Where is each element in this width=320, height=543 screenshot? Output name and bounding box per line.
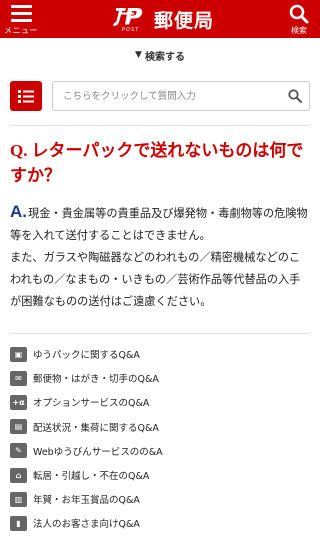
list-icon [18,89,34,103]
search-toggle[interactable]: ▼ 検索する [0,38,320,72]
menu-button[interactable]: メニュー [0,0,42,38]
japan-post-logo[interactable]: POST 郵便局 [112,5,214,33]
category-link-yupack[interactable]: ▣ ゆうパックに関するQ&A [10,342,310,366]
envelope-icon: ✉ [10,370,27,386]
magnifier-icon[interactable] [288,89,302,103]
logo-title: 郵便局 [154,9,215,32]
category-link-new-year[interactable]: ▥ 年賀・お年玉賞品のQ&A [10,487,310,511]
answer-line-1: 現金・貴金属等の貴重品及び爆発物・毒劇物等の危険物等を入れて送付することはできま… [10,207,308,242]
answer-paragraph-1: A.現金・貴金属等の貴重品及び爆発物・毒劇物等の危険物等を入れて送付することはで… [10,201,310,247]
package-icon: ▣ [10,346,27,362]
category-link-corporate[interactable]: ▮ 法人のお客さま向けQ&A [10,511,310,535]
corporate-icon: ▮ [10,515,27,531]
answer-mark: A. [10,202,27,221]
category-label: 法人のお客さま向けQ&A [33,519,140,531]
search-toggle-label: 検索する [144,51,185,63]
search-icon [289,4,309,24]
logo-post-text: POST [122,27,140,33]
category-label: Webゆうびんサービスのの&A [33,446,163,458]
category-label: オプションサービスのQ&A [33,398,150,410]
new-year-card-icon: ▥ [10,491,27,507]
category-label: 年賀・お年玉賞品のQ&A [33,495,140,507]
question-mark: Q. [10,141,28,160]
app-header: メニュー POST 郵便局 検索 [0,0,320,38]
search-label: 検索 [291,26,307,35]
triangle-down-icon: ▼ [135,50,142,60]
hamburger-icon [10,5,32,22]
question-search-field [52,81,310,111]
category-link-web[interactable]: ✎ Webゆうびんサービスのの&A [10,439,310,463]
related-category-list: ▣ ゆうパックに関するQ&A ✉ 郵便物・はがき・切手のQ&A +α オプション… [0,334,320,536]
question-text: レターパックで送れないものは何ですか？ [10,141,304,186]
question-block: Q. レターパックで送れないものは何ですか？ [0,126,320,189]
house-icon: ⌂ [10,467,27,483]
category-label: ゆうパックに関するQ&A [33,350,140,362]
delivery-status-icon: ▤ [10,419,27,435]
category-list-button[interactable] [10,81,42,111]
question-search-input[interactable] [53,82,309,110]
category-link-options[interactable]: +α オプションサービスのQ&A [10,390,310,414]
category-label: 転居・引越し・不在のQ&A [33,471,150,483]
category-link-moving[interactable]: ⌂ 転居・引越し・不在のQ&A [10,463,310,487]
menu-label: メニュー [4,26,38,35]
header-search-button[interactable]: 検索 [278,0,320,38]
plus-alpha-icon: +α [10,394,27,410]
answer-paragraph-2: また、ガラスや陶磁器などのわれもの／精密機械などのこわれもの／なまもの・いきもの… [10,251,301,308]
answer-block: A.現金・貴金属等の貴重品及び爆発物・毒劇物等の危険物等を入れて送付することはで… [0,189,320,313]
category-label: 配送状況・集荷に関するQ&A [33,422,159,434]
category-link-mail[interactable]: ✉ 郵便物・はがき・切手のQ&A [10,366,310,390]
category-link-delivery[interactable]: ▤ 配送状況・集荷に関するQ&A [10,415,310,439]
search-bar [0,78,320,114]
category-label: 郵便物・はがき・切手のQ&A [33,374,159,386]
web-service-icon: ✎ [10,443,27,459]
